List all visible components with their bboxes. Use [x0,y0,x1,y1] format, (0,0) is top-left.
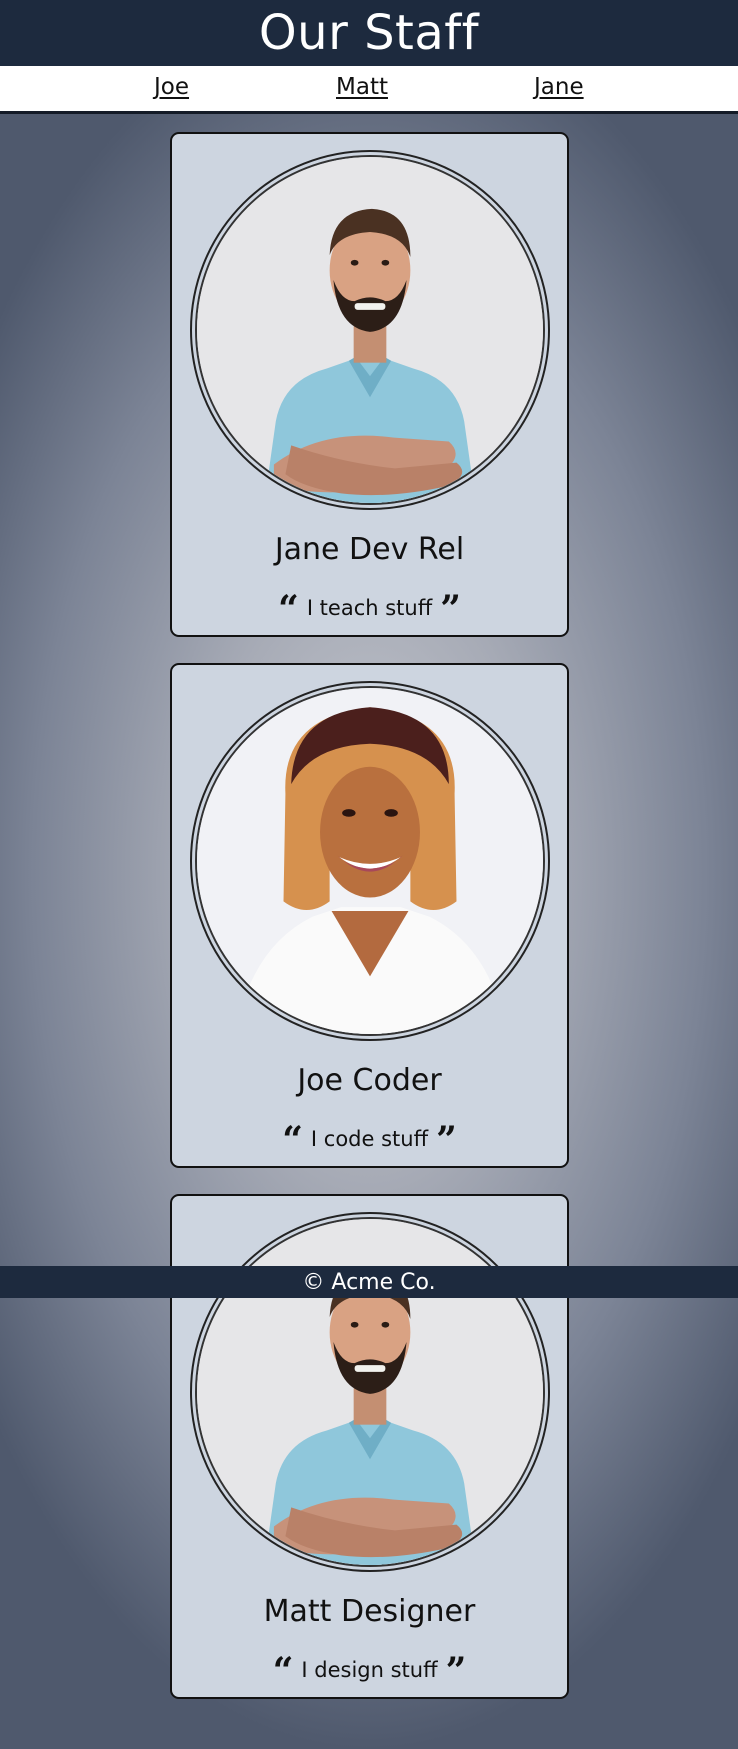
site-header: Our Staff [0,0,738,66]
staff-name: Joe Coder [297,1063,442,1098]
nav-link-matt[interactable]: Matt [336,74,388,100]
staff-photo-woman [197,688,543,1034]
site-footer: © Acme Co. [0,1266,738,1298]
staff-nav: Joe Matt Jane [0,66,738,114]
staff-quote-text: I design stuff [301,1658,438,1682]
copyright-text: © Acme Co. [302,1269,436,1295]
nav-link-joe[interactable]: Joe [154,74,189,100]
open-quote-icon: “ [278,588,299,630]
open-quote-icon: “ [272,1650,294,1692]
page-title: Our Staff [258,5,480,61]
staff-quote: “ I teach stuff ” [172,588,567,630]
staff-quote: “ I code stuff ” [172,1119,567,1161]
staff-name: Jane Dev Rel [274,532,465,567]
staff-photo-man [197,157,543,503]
staff-card: Jane Dev Rel “ I teach stuff ” [170,132,569,637]
staff-quote-text: I teach stuff [306,596,433,620]
staff-photo-frame [190,681,550,1041]
staff-quote: “ I design stuff ” [172,1650,567,1692]
staff-quote-text: I code stuff [310,1127,429,1151]
staff-photo-frame [190,150,550,510]
close-quote-icon: ” [440,588,461,630]
staff-card: Joe Coder “ I code stuff ” [170,663,569,1168]
open-quote-icon: “ [282,1119,303,1161]
close-quote-icon: ” [436,1119,457,1161]
close-quote-icon: ” [445,1650,467,1692]
nav-link-jane[interactable]: Jane [534,74,584,100]
staff-name: Matt Designer [263,1594,476,1629]
